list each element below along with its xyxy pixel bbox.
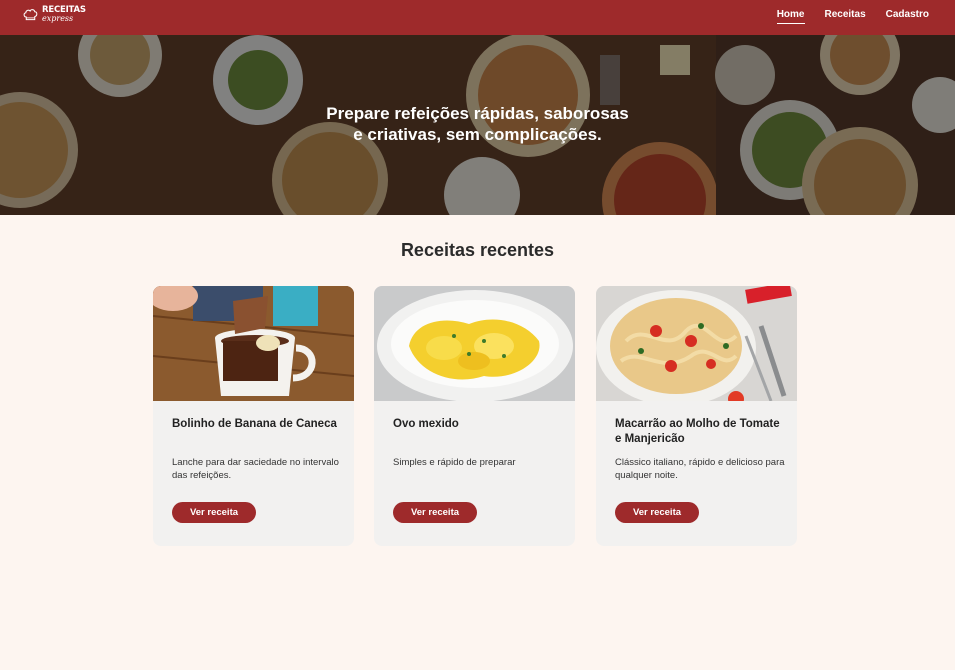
recipe-image-pasta <box>596 286 797 407</box>
brand-name: RECEITAS <box>42 5 86 15</box>
recipe-title: Macarrão ao Molho de Tomate e Manjericão <box>615 418 780 445</box>
hero-headline-line2: e criativas, sem complicações. <box>353 125 602 144</box>
recipe-image-scrambled-eggs <box>374 286 575 402</box>
recipe-description: Lanche para dar saciedade no intervalo d… <box>172 457 339 481</box>
nav-home[interactable]: Home <box>776 9 805 24</box>
hero-headline-line1: Prepare refeições rápidas, saborosas <box>326 104 629 123</box>
brand-logo[interactable]: RECEITAS express <box>22 6 86 23</box>
recipe-card: Ovo mexido Simples e rápido de preparar … <box>374 286 575 546</box>
recipe-description: Clássico italiano, rápido e delicioso pa… <box>615 457 785 481</box>
recipe-card: Bolinho de Banana de Caneca Lanche para … <box>153 286 354 546</box>
recipe-card: Macarrão ao Molho de Tomate e Manjericão… <box>596 286 797 546</box>
main-nav: Home Receitas Cadastro <box>776 9 929 24</box>
view-recipe-button[interactable]: Ver receita <box>615 502 699 523</box>
view-recipe-button[interactable]: Ver receita <box>172 502 256 523</box>
chef-hat-icon <box>23 9 38 21</box>
brand-tagline: express <box>42 14 74 23</box>
hero-headline: Prepare refeições rápidas, saborosas e c… <box>0 103 955 145</box>
view-recipe-button[interactable]: Ver receita <box>393 502 477 523</box>
recipe-title: Ovo mexido <box>393 418 459 430</box>
nav-cadastro[interactable]: Cadastro <box>886 9 929 24</box>
recipe-title: Bolinho de Banana de Caneca <box>172 418 337 430</box>
section-title: Receitas recentes <box>400 240 555 260</box>
recipe-description: Simples e rápido de preparar <box>393 457 516 468</box>
hero-banner: Prepare refeições rápidas, saborosas e c… <box>0 35 955 215</box>
navbar: RECEITAS express Home Receitas Cadastro <box>0 0 955 35</box>
nav-receitas[interactable]: Receitas <box>825 9 866 24</box>
recipe-image-mug-cake <box>153 286 354 401</box>
